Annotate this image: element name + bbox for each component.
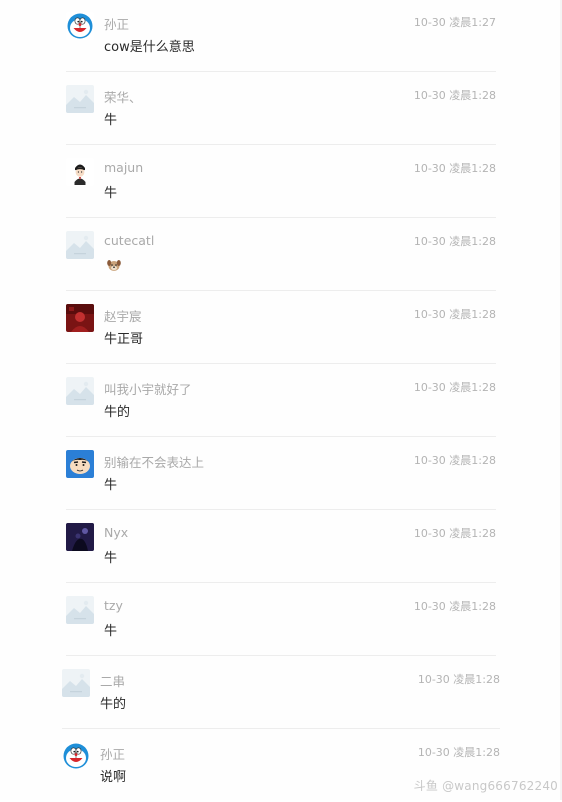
comment-message: 牛: [104, 551, 118, 566]
comment-message: 牛: [104, 113, 118, 128]
default-avatar-icon[interactable]: [66, 596, 94, 624]
default-avatar-icon[interactable]: [66, 231, 94, 259]
comment-timestamp: 10-30 凌晨1:28: [413, 527, 496, 540]
comment-message: 说啊: [100, 770, 127, 785]
comment-item: 荣华、 10-30 凌晨1:28 牛: [66, 73, 496, 145]
comment-timestamp: 10-30 凌晨1:27: [413, 16, 496, 29]
comment-timestamp: 10-30 凌晨1:28: [413, 308, 496, 321]
row-divider: [66, 582, 496, 583]
comment-message: 牛正哥: [104, 332, 144, 347]
doraemon-icon[interactable]: [66, 12, 94, 40]
comment-item: cutecatl 10-30 凌晨1:28: [66, 219, 496, 291]
dark-night-avatar[interactable]: [66, 523, 94, 551]
comment-item: 二串 10-30 凌晨1:28 牛的: [62, 657, 500, 729]
comment-timestamp: 10-30 凌晨1:28: [413, 381, 496, 394]
comment-item: 赵宇宸 10-30 凌晨1:28 牛正哥: [66, 292, 496, 364]
comment-item: 孙正 10-30 凌晨1:27 cow是什么意思: [66, 0, 496, 72]
comment-screenshot: 孙正 10-30 凌晨1:27 cow是什么意思 荣华、 10-30 凌晨1:2…: [0, 0, 562, 800]
red-photo-avatar[interactable]: [66, 304, 94, 332]
row-divider: [66, 144, 496, 145]
crayon-shinchan-icon[interactable]: [66, 450, 94, 478]
comment-message: 牛: [104, 186, 118, 201]
watermark-text: 斗鱼 @wang666762240: [413, 779, 558, 793]
doraemon-icon[interactable]: [62, 742, 90, 770]
comment-item: tzy 10-30 凌晨1:28 牛: [66, 584, 496, 656]
dog-face-emoji: [106, 257, 122, 271]
comment-username[interactable]: tzy: [104, 598, 123, 613]
comment-timestamp: 10-30 凌晨1:28: [417, 746, 500, 759]
row-divider: [66, 436, 496, 437]
comment-username[interactable]: 孙正: [100, 744, 125, 763]
default-avatar-icon[interactable]: [62, 669, 90, 697]
comment-item: 叫我小宇就好了 10-30 凌晨1:28 牛的: [66, 365, 496, 437]
comment-message: 牛: [104, 624, 118, 639]
row-divider: [66, 290, 496, 291]
comment-username[interactable]: 叫我小宇就好了: [104, 379, 192, 398]
comment-username[interactable]: 孙正: [104, 14, 129, 33]
default-avatar-icon[interactable]: [66, 377, 94, 405]
row-divider: [66, 509, 496, 510]
comment-message: 牛的: [100, 697, 127, 712]
comment-username[interactable]: 荣华、: [104, 87, 142, 106]
cartoon-person-icon[interactable]: [66, 158, 94, 186]
comment-username[interactable]: 赵宇宸: [104, 306, 142, 325]
default-avatar-icon[interactable]: [66, 85, 94, 113]
comment-username[interactable]: Nyx: [104, 525, 128, 540]
comment-message: cow是什么意思: [104, 40, 195, 55]
row-divider: [66, 71, 496, 72]
comment-message: 牛: [104, 478, 118, 493]
comment-message: 牛的: [104, 405, 131, 420]
row-divider: [62, 728, 500, 729]
comment-timestamp: 10-30 凌晨1:28: [413, 454, 496, 467]
row-divider: [66, 217, 496, 218]
comment-timestamp: 10-30 凌晨1:28: [413, 89, 496, 102]
comment-timestamp: 10-30 凌晨1:28: [413, 162, 496, 175]
comment-timestamp: 10-30 凌晨1:28: [417, 673, 500, 686]
comment-username[interactable]: 别输在不会表达上: [104, 452, 204, 471]
comment-timestamp: 10-30 凌晨1:28: [413, 600, 496, 613]
comment-item: 别输在不会表达上 10-30 凌晨1:28 牛: [66, 438, 496, 510]
row-divider: [66, 363, 496, 364]
comment-username[interactable]: majun: [104, 160, 143, 175]
comment-username[interactable]: cutecatl: [104, 233, 154, 248]
row-divider: [66, 655, 496, 656]
comment-timestamp: 10-30 凌晨1:28: [413, 235, 496, 248]
comment-item: majun 10-30 凌晨1:28 牛: [66, 146, 496, 218]
comment-item: Nyx 10-30 凌晨1:28 牛: [66, 511, 496, 583]
comment-username[interactable]: 二串: [100, 671, 125, 690]
